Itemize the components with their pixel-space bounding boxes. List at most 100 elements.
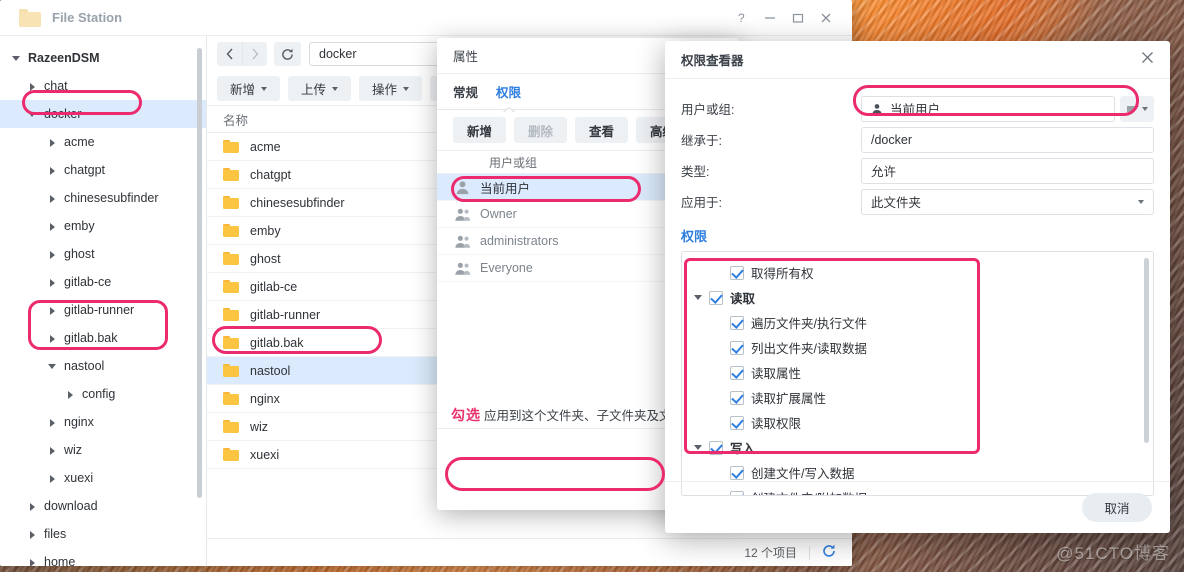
acl-button-2[interactable]: 查看: [575, 117, 629, 143]
checkbox[interactable]: [730, 465, 744, 480]
chevron-right-icon[interactable]: [48, 306, 57, 315]
chevron-right-icon[interactable]: [48, 278, 57, 287]
sidebar-item-download[interactable]: download: [0, 492, 206, 520]
permission-checkbox-row[interactable]: 写入: [682, 435, 1153, 460]
chevron-right-icon[interactable]: [48, 418, 57, 427]
toolbar-button-0[interactable]: 新增: [217, 76, 281, 101]
status-refresh-icon[interactable]: [822, 544, 836, 561]
chevron-right-icon[interactable]: [48, 222, 57, 231]
sidebar-item-docker[interactable]: docker: [0, 100, 206, 128]
checkbox[interactable]: [730, 390, 744, 405]
permission-field-label: 应用于:: [681, 196, 722, 210]
sidebar-item-xuexi[interactable]: xuexi: [0, 464, 206, 492]
sidebar-scrollbar[interactable]: [197, 48, 202, 498]
permission-field-input[interactable]: 当前用户: [861, 95, 1115, 122]
chevron-down-icon[interactable]: [694, 445, 702, 450]
permission-checkbox-row[interactable]: 读取属性: [682, 360, 1153, 385]
file-name: emby: [250, 223, 281, 238]
toolbar-button-2[interactable]: 操作: [359, 76, 423, 101]
maximize-button[interactable]: [784, 0, 812, 36]
chevron-down-icon[interactable]: [694, 295, 702, 300]
chevron-right-icon[interactable]: [28, 530, 37, 539]
permission-field-label: 类型:: [681, 165, 710, 179]
checkbox[interactable]: [730, 265, 744, 280]
forward-button[interactable]: [242, 42, 267, 66]
sidebar-item-nginx[interactable]: nginx: [0, 408, 206, 436]
chevron-right-icon[interactable]: [48, 138, 57, 147]
watermark: @51CTO博客: [1056, 544, 1170, 563]
chevron-right-icon[interactable]: [48, 194, 57, 203]
permission-checkbox-row[interactable]: 读取权限: [682, 410, 1153, 435]
close-button[interactable]: [812, 0, 840, 36]
folder-icon: [223, 308, 239, 321]
sidebar-item-emby[interactable]: emby: [0, 212, 206, 240]
minimize-button[interactable]: [756, 0, 784, 36]
permission-field-input[interactable]: /docker: [861, 126, 1154, 153]
sidebar-item-label: gitlab-runner: [64, 303, 135, 317]
chevron-right-icon[interactable]: [48, 166, 57, 175]
window-titlebar: File Station ?: [0, 0, 852, 36]
permission-list-scrollbar[interactable]: [1144, 258, 1149, 443]
sidebar-item-chat[interactable]: chat: [0, 72, 206, 100]
sidebar-item-config[interactable]: config: [0, 380, 206, 408]
chevron-down-icon[interactable]: [48, 362, 57, 371]
permission-checkbox-row[interactable]: 列出文件夹/读取数据: [682, 335, 1153, 360]
cancel-button[interactable]: 取消: [1082, 493, 1152, 522]
checkbox[interactable]: [730, 340, 744, 355]
permission-field-select[interactable]: 此文件夹: [861, 188, 1154, 215]
checkbox[interactable]: [730, 365, 744, 380]
chevron-right-icon[interactable]: [48, 334, 57, 343]
sidebar-item-acme[interactable]: acme: [0, 128, 206, 156]
user-filter-dropdown-button[interactable]: [1120, 95, 1154, 122]
permission-checkbox-row[interactable]: 读取扩展属性: [682, 385, 1153, 410]
folder-tree-sidebar[interactable]: RazeenDSM chat docker acme chatgpt chinesesub…: [0, 36, 207, 566]
permission-field-input[interactable]: 允许: [861, 157, 1154, 184]
permission-checkbox-row[interactable]: 遍历文件夹/执行文件: [682, 310, 1153, 335]
chevron-right-icon[interactable]: [48, 250, 57, 259]
sidebar-item-ghost[interactable]: ghost: [0, 240, 206, 268]
sidebar-item-chinesesubfinder[interactable]: chinesesubfinder: [0, 184, 206, 212]
chevron-down-icon: [261, 86, 268, 91]
permission-checklist-box[interactable]: 取得所有权 读取 遍历文件夹/执行文件 列出文件夹/读取数据 读取属性读取扩展属性读取权…: [681, 251, 1154, 496]
chevron-right-icon[interactable]: [28, 558, 37, 566]
chevron-right-icon[interactable]: [48, 474, 57, 483]
sidebar-item-home[interactable]: home: [0, 548, 206, 566]
chevron-right-icon[interactable]: [28, 82, 37, 91]
chevron-down-icon[interactable]: [28, 110, 37, 119]
help-button[interactable]: ?: [728, 0, 756, 36]
sidebar-item-wiz[interactable]: wiz: [0, 436, 206, 464]
tab-general[interactable]: 常规: [453, 82, 478, 109]
permission-checkbox-row[interactable]: 读取: [682, 285, 1153, 310]
chevron-right-icon[interactable]: [28, 502, 37, 511]
permission-field-label: 继承于:: [681, 134, 722, 148]
permission-dialog-footer: 取消: [665, 481, 1170, 533]
checkbox[interactable]: [730, 315, 744, 330]
permission-label: 读取扩展属性: [751, 392, 827, 406]
chevron-down-icon[interactable]: [12, 54, 21, 63]
refresh-button[interactable]: [274, 42, 301, 66]
permission-label: 创建文件/写入数据: [751, 467, 855, 481]
toolbar-button-1[interactable]: 上传: [288, 76, 352, 101]
back-button[interactable]: [217, 42, 242, 66]
checkbox[interactable]: [709, 290, 723, 305]
acl-button-label: 删除: [528, 124, 554, 139]
permission-checkbox-row[interactable]: 取得所有权: [682, 260, 1153, 285]
sidebar-item-gitlab-runner[interactable]: gitlab-runner: [0, 296, 206, 324]
tab-permissions[interactable]: 权限: [496, 82, 521, 109]
chevron-right-icon[interactable]: [48, 446, 57, 455]
sidebar-item-label: chatgpt: [64, 163, 106, 177]
sidebar-item-razeendsm[interactable]: RazeenDSM: [0, 44, 206, 72]
chevron-down-icon[interactable]: [1138, 199, 1144, 204]
sidebar-item-nastool[interactable]: nastool: [0, 352, 206, 380]
sidebar-item-chatgpt[interactable]: chatgpt: [0, 156, 206, 184]
chevron-right-icon[interactable]: [66, 390, 75, 399]
file-name: gitlab-runner: [250, 307, 321, 322]
permission-dialog-body: 用户或组: 当前用户 继承于: /docker 类型: 允许 应用于: 此文件夹 权限 取得所…: [665, 79, 1170, 496]
sidebar-item-files[interactable]: files: [0, 520, 206, 548]
close-icon[interactable]: [1141, 51, 1154, 68]
acl-button-0[interactable]: 新增: [453, 117, 507, 143]
sidebar-item-gitlab-ce[interactable]: gitlab-ce: [0, 268, 206, 296]
sidebar-item-gitlab-bak[interactable]: gitlab.bak: [0, 324, 206, 352]
checkbox[interactable]: [709, 440, 723, 455]
checkbox[interactable]: [730, 415, 744, 430]
